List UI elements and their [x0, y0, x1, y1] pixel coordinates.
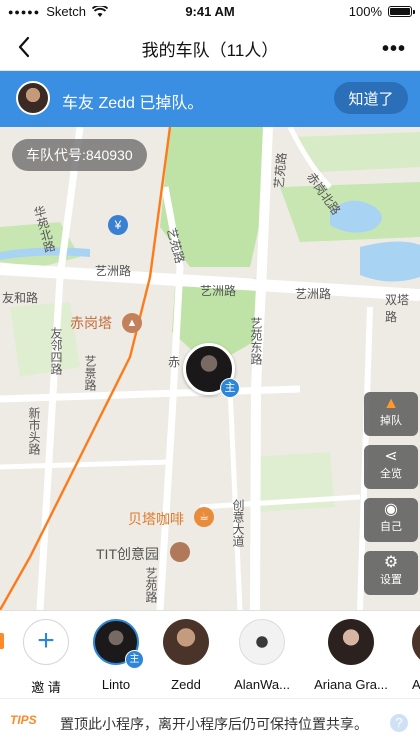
road-label: 新市头路 [27, 407, 41, 455]
tips-text: 置顶此小程序，离开小程序后仍可保持位置共享。 [60, 716, 368, 732]
member-zedd[interactable]: Zedd [144, 619, 228, 692]
member-name: AlanWa... [234, 677, 290, 692]
share-icon: ⋖ [384, 448, 398, 465]
status-bar: ●●●●● Sketch 9:41 AM 100% [0, 0, 420, 24]
banner-avatar [16, 81, 50, 115]
avatar [412, 619, 420, 665]
page-title: 我的车队（11人） [141, 41, 279, 60]
self-label: 自己 [380, 521, 402, 533]
poi-label-chi: 赤 [168, 355, 181, 369]
battery-icon [388, 6, 415, 17]
status-right: 100% [348, 4, 415, 19]
road-label: 艺苑路 [144, 567, 158, 603]
road-label: 友邻四路 [49, 327, 63, 375]
member-name: Zedd [171, 677, 201, 692]
warning-icon: ▲ [383, 395, 399, 412]
road-label: 艺洲路 [95, 264, 132, 278]
settings-label: 设置 [380, 574, 402, 586]
dropout-banner: 车友 Zedd 已掉队。 知道了 [0, 71, 420, 127]
team-code-badge: 车队代号:840930 [12, 139, 147, 171]
tower-icon: ▲ [122, 313, 142, 333]
gear-icon: ⚙ [383, 554, 399, 571]
tips-icon: TIPS [10, 713, 37, 727]
self-button[interactable]: ◉ 自己 [364, 498, 418, 542]
road-label: 艺景路 [83, 355, 97, 391]
avatar [239, 619, 285, 665]
tips-bar: TIPS 置顶此小程序，离开小程序后仍可保持位置共享。 ? [0, 698, 420, 748]
dropout-button[interactable]: ▲ 掉队 [364, 392, 418, 436]
tit-label: TIT创意园 [96, 546, 159, 562]
settings-button[interactable]: ⚙ 设置 [364, 551, 418, 595]
member-alanwalker[interactable]: AlanWa... [220, 619, 304, 692]
battery-percent: 100% [348, 4, 382, 19]
leader-badge: 主 [220, 378, 240, 398]
tit-icon [170, 542, 190, 562]
cafe-label: 贝塔咖啡 [128, 511, 184, 527]
map-view[interactable]: 华苑北路 赤岗北路 艺苑路 艺苑路 艺洲路 艺洲路 艺洲路 双塔路 友和路 友邻… [0, 127, 420, 610]
road-label: 艺苑路 [271, 151, 290, 190]
avatar [328, 619, 374, 665]
help-icon[interactable]: ? [390, 714, 408, 732]
avatar: 主 [93, 619, 144, 669]
tower-label: 赤岗塔 [70, 315, 112, 331]
avatar [163, 619, 209, 665]
more-menu-icon[interactable]: ••• [382, 38, 406, 61]
plus-icon: + [23, 619, 69, 665]
dropout-label: 掉队 [380, 415, 402, 427]
road-label: 艺苑东路 [249, 317, 263, 365]
road-label: 友和路 [2, 291, 39, 305]
leader-badge: 主 [125, 650, 144, 669]
locate-icon: ◉ [384, 501, 398, 518]
road-label: 艺洲路 [200, 284, 237, 298]
members-bar: + 邀 请 主 Linto Zedd AlanWa... Ariana Gra.… [0, 610, 420, 699]
acknowledge-button[interactable]: 知道了 [334, 82, 408, 114]
back-icon[interactable] [12, 33, 38, 61]
member-partial[interactable]: A [378, 619, 420, 692]
cafe-icon: ☕ [194, 507, 214, 527]
nav-bar: 我的车队（11人） ••• [0, 24, 420, 71]
road-label: 创意大道 [231, 499, 245, 547]
banner-message: 车友 Zedd 已掉队。 [62, 95, 204, 112]
leader-map-marker[interactable]: 主 [183, 343, 240, 398]
overview-button[interactable]: ⋖ 全览 [364, 445, 418, 489]
member-name: A [412, 677, 420, 692]
road-label: 艺洲路 [295, 287, 332, 301]
bank-icon: ¥ [108, 215, 128, 235]
overview-label: 全览 [380, 468, 402, 480]
road-label: 双塔路 [385, 293, 410, 324]
